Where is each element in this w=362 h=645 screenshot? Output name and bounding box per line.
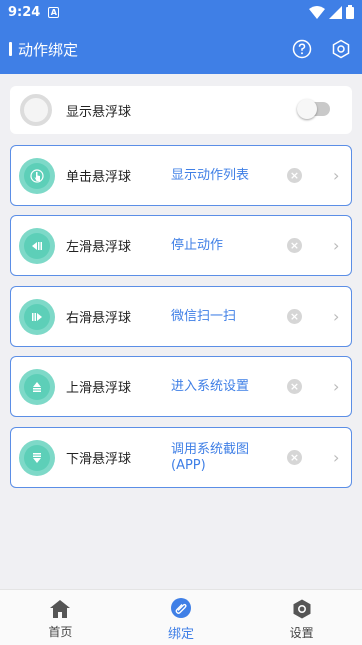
action-link[interactable]: 微信扫一扫 [171,309,281,325]
tab-bind[interactable]: 绑定 [121,590,242,645]
tab-home[interactable]: 首页 [0,590,121,645]
binding-row-swipe-down[interactable]: 下滑悬浮球 调用系统截图(APP) × › [10,427,352,488]
chevron-right-icon: › [333,166,340,185]
swipe-down-icon [19,439,55,476]
page-title: 动作绑定 [18,40,79,59]
chevron-right-icon: › [333,307,340,326]
swipe-right-icon [19,298,55,335]
link-icon [171,598,191,618]
help-icon [292,39,312,59]
battery-icon [346,5,354,19]
title-accent-bar [9,42,12,56]
float-ball-switch-card: 显示悬浮球 [10,86,352,134]
notification-a-icon: A [48,6,60,18]
bottom-navigation: 首页 绑定 设置 [0,589,362,645]
hexagon-settings-icon [293,599,311,619]
float-ball-toggle[interactable] [297,99,330,119]
swipe-up-icon [19,368,55,405]
float-ball-switch-label: 显示悬浮球 [66,104,132,120]
binding-row-tap[interactable]: 单击悬浮球 显示动作列表 × › [10,145,352,206]
app-bar: 动作绑定 [0,24,362,74]
tab-bind-label: 绑定 [168,627,195,642]
gesture-label: 左滑悬浮球 [66,240,132,255]
gesture-label: 单击悬浮球 [66,170,132,185]
binding-row-swipe-left[interactable]: 左滑悬浮球 停止动作 × › [10,215,352,276]
clear-binding-button[interactable]: × [287,450,302,465]
chevron-right-icon: › [333,448,340,467]
clear-binding-button[interactable]: × [287,379,302,394]
action-link[interactable]: 显示动作列表 [171,168,281,184]
tap-icon [19,157,55,194]
settings-button[interactable] [331,39,351,59]
clear-binding-button[interactable]: × [287,309,302,324]
clear-binding-button[interactable]: × [287,168,302,183]
chevron-right-icon: › [333,236,340,255]
home-icon [50,600,71,618]
gesture-label: 上滑悬浮球 [66,381,132,396]
clear-binding-button[interactable]: × [287,238,302,253]
hexagon-settings-icon [332,39,350,59]
swipe-left-icon [19,227,55,264]
help-button[interactable] [292,39,312,59]
wifi-icon [309,5,325,19]
action-link[interactable]: 调用系统截图(APP) [171,442,281,474]
float-ball-preview-icon [20,94,52,126]
status-bar: 9:24 A [0,0,362,24]
gesture-label: 下滑悬浮球 [66,452,132,467]
chevron-right-icon: › [333,377,340,396]
binding-row-swipe-right[interactable]: 右滑悬浮球 微信扫一扫 × › [10,286,352,347]
signal-icon [329,5,342,19]
action-link[interactable]: 停止动作 [171,238,281,254]
tab-settings-label: 设置 [289,626,314,640]
binding-row-swipe-up[interactable]: 上滑悬浮球 进入系统设置 × › [10,356,352,417]
tab-settings[interactable]: 设置 [241,590,362,645]
gesture-label: 右滑悬浮球 [66,311,132,326]
action-link[interactable]: 进入系统设置 [171,379,281,395]
tab-home-label: 首页 [48,625,73,639]
status-time: 9:24 [8,4,41,20]
toggle-knob [297,99,317,119]
